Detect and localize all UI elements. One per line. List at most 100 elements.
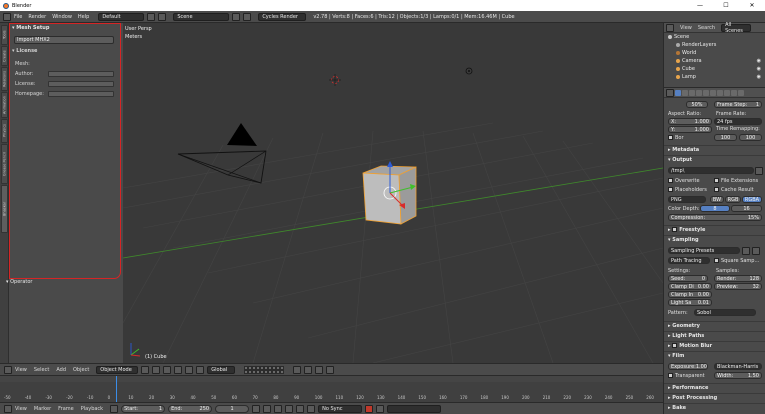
geometry-panel-header[interactable]: ▸ Geometry (668, 323, 700, 329)
scene-selector[interactable]: Scene (173, 12, 230, 21)
visibility-eye-icon[interactable]: ◉ (757, 58, 761, 64)
menu-object[interactable]: Object (73, 367, 89, 373)
post-processing-panel-header[interactable]: ▸ Post Processing (668, 395, 717, 401)
render-tab-icon[interactable] (675, 89, 681, 96)
output-panel-header[interactable]: ▾ Output (668, 157, 692, 163)
3d-viewport[interactable]: User Persp Meters (1) Cube (123, 23, 663, 363)
light-paths-panel-header[interactable]: ▸ Light Paths (668, 333, 704, 339)
light-sampling-field[interactable]: Light Sa 0.01 (668, 299, 712, 306)
menu-select[interactable]: Select (34, 367, 49, 373)
remove-scene-icon[interactable] (243, 12, 252, 21)
menu-frame[interactable]: Frame (58, 406, 74, 412)
snap-icon[interactable] (304, 365, 313, 374)
maximize-button[interactable]: ☐ (713, 0, 739, 11)
output-path-field[interactable]: /tmp\ (668, 167, 754, 174)
compression-slider[interactable]: Compression: 15% (668, 214, 762, 221)
frame-rate-selector[interactable]: 24 fps (714, 118, 762, 125)
clamp-direct-field[interactable]: Clamp Di 0.00 (668, 283, 712, 290)
editor-type-icon[interactable] (3, 12, 11, 21)
layout-selector[interactable]: Default (98, 12, 145, 21)
render-engine-selector[interactable]: Cycles Render (258, 12, 307, 21)
material-tab-icon[interactable] (731, 89, 737, 96)
square-samples-checkbox[interactable]: Square Samp... (714, 258, 759, 264)
menu-playback[interactable]: Playback (81, 406, 103, 412)
snap-target-icon[interactable] (315, 365, 324, 374)
placeholders-checkbox[interactable]: Placeholders (668, 187, 707, 193)
minimize-button[interactable]: — (687, 0, 713, 11)
color-rgb-button[interactable]: RGB (725, 196, 741, 203)
author-field[interactable] (48, 71, 114, 77)
filter-selector[interactable]: Blackman-Harris (714, 363, 762, 370)
shading-icon[interactable] (141, 365, 150, 374)
freestyle-panel-header[interactable]: ▸ Freestyle (668, 227, 705, 233)
keying-set-field[interactable] (387, 404, 442, 413)
remap-old-field[interactable]: 100 (714, 134, 737, 141)
menu-view[interactable]: View (15, 406, 27, 412)
film-panel-header[interactable]: ▾ Film (668, 353, 684, 359)
object-tab-icon[interactable] (703, 89, 709, 96)
menu-add[interactable]: Add (56, 367, 66, 373)
resolution-percent-field[interactable]: 50% (686, 101, 708, 108)
editor-type-icon[interactable] (4, 365, 12, 374)
play-reverse-icon[interactable] (274, 404, 283, 413)
license-field[interactable] (48, 81, 114, 87)
add-layout-icon[interactable] (147, 12, 156, 21)
sync-selector[interactable]: No Sync (318, 404, 363, 413)
license-header[interactable]: ▾ License (12, 48, 37, 54)
current-frame-field[interactable]: 1 (215, 404, 250, 413)
tab-relations[interactable]: Relations (1, 67, 8, 91)
lock-layer-icon[interactable] (293, 365, 302, 374)
scene-tab-icon[interactable] (689, 89, 695, 96)
render-samples-field[interactable]: Render: 128 (714, 275, 762, 282)
motion-blur-check-icon[interactable] (672, 343, 678, 348)
tab-grease-pencil[interactable]: Grease Pencil (1, 144, 8, 184)
play-icon[interactable] (285, 404, 294, 413)
manipulator-icon[interactable] (163, 365, 172, 374)
file-format-selector[interactable]: PNG (668, 196, 706, 203)
bake-panel-header[interactable]: ▸ Bake (668, 405, 686, 411)
cache-result-checkbox[interactable]: Cache Result (714, 187, 754, 193)
menu-file[interactable]: File (14, 14, 22, 20)
mesh-setup-header[interactable]: ▾ Mesh Setup (12, 25, 49, 31)
seed-field[interactable]: Seed: 0 (668, 275, 708, 282)
pattern-selector[interactable]: Sobol (694, 309, 756, 316)
editor-type-icon[interactable] (4, 404, 12, 413)
camera-object[interactable] (177, 123, 267, 184)
visibility-eye-icon[interactable]: ◉ (757, 66, 761, 72)
remap-new-field[interactable]: 100 (739, 134, 762, 141)
outliner-row-lamp[interactable]: Lamp ◉ (664, 73, 765, 81)
scale-icon[interactable] (196, 365, 205, 374)
menu-marker[interactable]: Marker (34, 406, 51, 412)
operator-panel-header[interactable]: ▾ Operator (6, 279, 33, 285)
frame-step-field[interactable]: Frame Step: 1 (714, 101, 762, 108)
constraints-tab-icon[interactable] (710, 89, 716, 96)
render-preview-icon[interactable] (326, 365, 335, 374)
tab-animation[interactable]: Animation (1, 92, 8, 118)
render-layers-tab-icon[interactable] (682, 89, 688, 96)
tab-bhaskar[interactable]: Bhaskar (1, 185, 8, 233)
modifiers-tab-icon[interactable] (717, 89, 723, 96)
outliner-row-renderlayers[interactable]: RenderLayers (664, 41, 765, 49)
clamp-indirect-field[interactable]: Clamp In 0.00 (668, 291, 712, 298)
menu-help[interactable]: Help (78, 14, 89, 20)
aspect-y-field[interactable]: Y: 1.000 (668, 126, 712, 133)
remove-layout-icon[interactable] (158, 12, 167, 21)
preview-range-icon[interactable] (110, 404, 119, 413)
texture-tab-icon[interactable] (738, 89, 744, 96)
transparent-checkbox[interactable]: Transparent (668, 373, 705, 379)
color-rgba-button[interactable]: RGBA (742, 196, 762, 203)
exposure-field[interactable]: Exposure: 1.00 (668, 363, 708, 370)
outliner-row-world[interactable]: World (664, 49, 765, 57)
lamp-object[interactable] (465, 67, 473, 75)
3d-cursor[interactable] (329, 74, 341, 86)
tab-tools[interactable]: Tools (1, 25, 8, 45)
performance-panel-header[interactable]: ▸ Performance (668, 385, 708, 391)
overwrite-checkbox[interactable]: Overwrite (668, 178, 700, 184)
folder-icon[interactable] (755, 167, 763, 175)
outliner-view-menu[interactable]: View (680, 25, 692, 31)
next-keyframe-icon[interactable] (296, 404, 305, 413)
record-icon[interactable] (365, 404, 374, 413)
tab-create[interactable]: Create (1, 46, 8, 66)
depth-16-button[interactable]: 16 (731, 205, 762, 212)
mode-selector[interactable]: Object Mode (96, 365, 139, 374)
